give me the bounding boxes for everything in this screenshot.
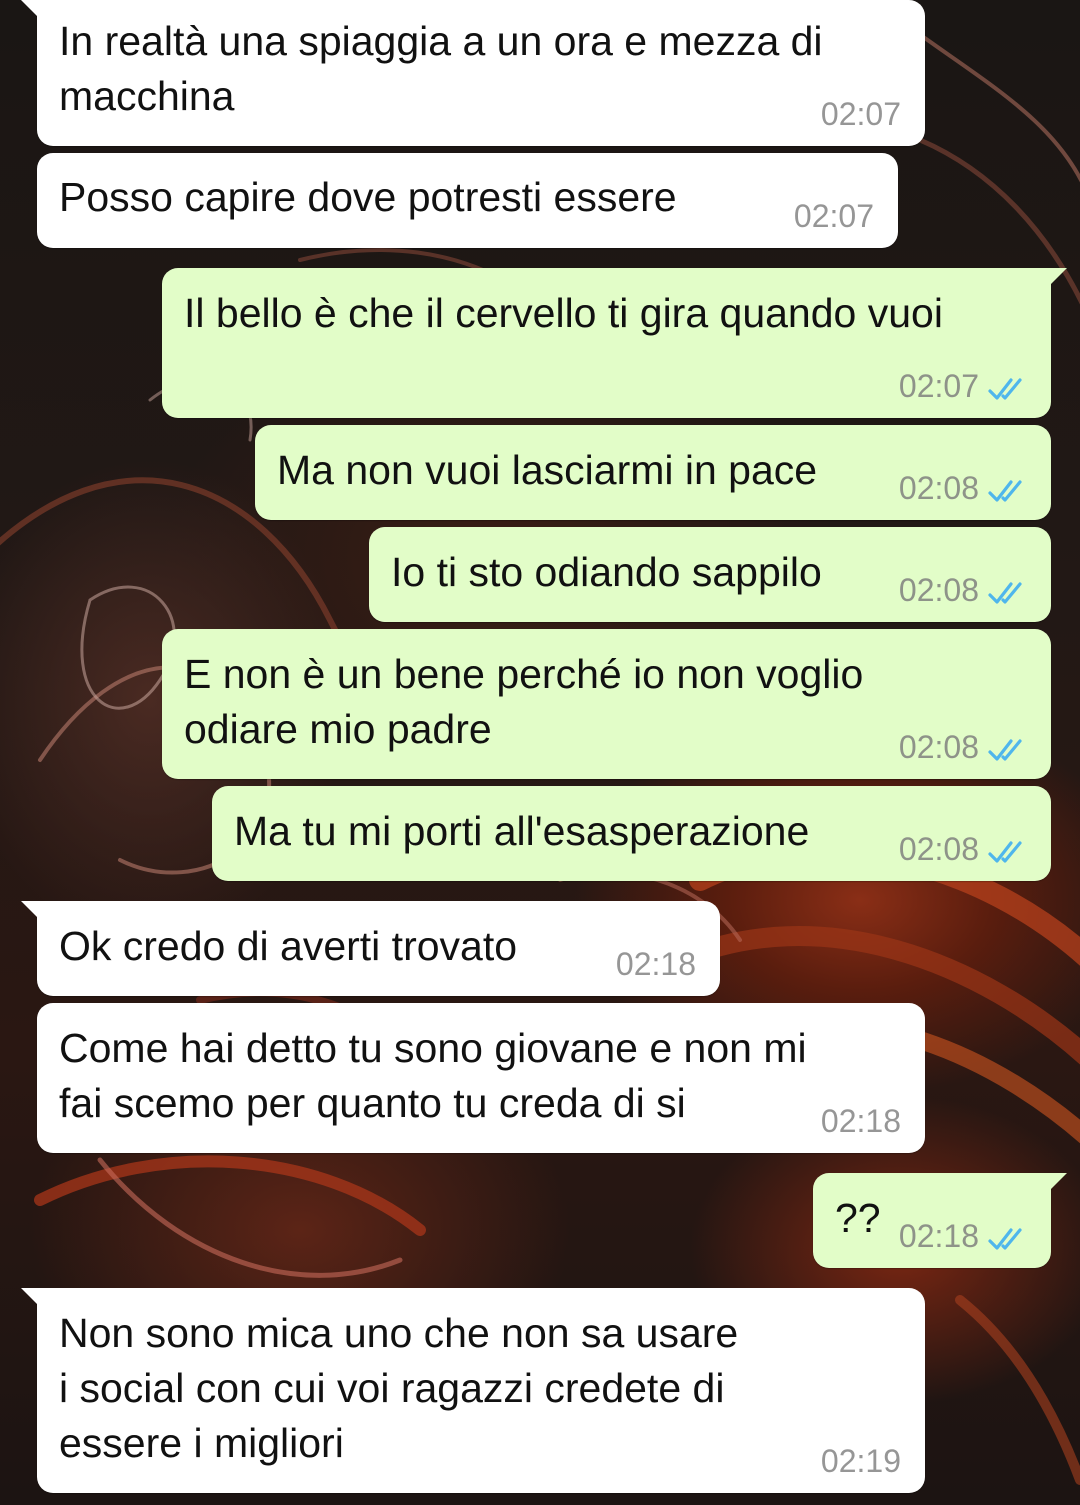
message-text: E non è un bene perché io non voglio	[184, 651, 864, 697]
message-bubble-outgoing[interactable]: Ma non vuoi lasciarmi in pace 02:08	[255, 425, 1051, 520]
message-timestamp: 02:08	[898, 729, 979, 765]
message-timestamp: 02:08	[898, 470, 979, 506]
message-meta: 02:08	[899, 470, 1027, 506]
message-text: Il bello è che il cervello ti gira quand…	[184, 290, 943, 336]
message-text: Ma tu mi porti all'esasperazione	[234, 808, 810, 854]
message-meta: 02:07	[899, 368, 1027, 404]
message-meta: 02:08	[899, 729, 1027, 765]
message-timestamp: 02:08	[898, 831, 979, 867]
message-bubble-incoming[interactable]: Ok credo di averti trovato 02:18	[21, 901, 720, 996]
message-timestamp: 02:08	[898, 572, 979, 608]
message-timestamp: 02:07	[820, 96, 901, 132]
double-check-read-icon	[988, 479, 1022, 502]
message-bubble-outgoing[interactable]: ?? 02:18	[813, 1173, 1067, 1268]
message-text: Ok credo di averti trovato	[59, 923, 518, 969]
double-check-read-icon	[988, 581, 1022, 604]
message-meta: 02:08	[899, 831, 1027, 867]
message-timestamp: 02:07	[793, 198, 874, 234]
message-bubble-incoming[interactable]: Non sono mica uno che non sa usare i soc…	[21, 1288, 925, 1493]
message-text: odiare mio padre	[184, 706, 492, 752]
message-meta: 02:08	[899, 572, 1027, 608]
message-timestamp: 02:18	[615, 946, 696, 982]
message-bubble-outgoing[interactable]: E non è un bene perché io non voglio odi…	[162, 629, 1051, 779]
message-text: Ma non vuoi lasciarmi in pace	[277, 447, 818, 493]
message-text: fai scemo per quanto tu creda di si	[59, 1080, 686, 1126]
message-text: ??	[835, 1195, 881, 1241]
message-bubble-outgoing[interactable]: Io ti sto odiando sappilo 02:08	[369, 527, 1051, 622]
message-text: In realtà una spiaggia a un ora e mezza …	[59, 18, 823, 64]
double-check-read-icon	[988, 1227, 1022, 1250]
message-bubble-incoming[interactable]: Come hai detto tu sono giovane e non mi …	[37, 1003, 925, 1153]
message-meta: 02:18	[899, 1218, 1027, 1254]
double-check-read-icon	[988, 377, 1022, 400]
message-timestamp: 02:19	[820, 1443, 901, 1479]
double-check-read-icon	[988, 840, 1022, 863]
message-bubble-outgoing[interactable]: Ma tu mi porti all'esasperazione 02:08	[212, 786, 1051, 881]
message-timestamp: 02:18	[898, 1218, 979, 1254]
message-timestamp: 02:07	[898, 368, 979, 404]
message-text: essere i migliori	[59, 1420, 344, 1466]
double-check-read-icon	[988, 738, 1022, 761]
message-bubble-incoming[interactable]: Posso capire dove potresti essere 02:07	[37, 153, 898, 248]
message-text: Io ti sto odiando sappilo	[391, 549, 822, 595]
message-bubble-incoming[interactable]: In realtà una spiaggia a un ora e mezza …	[21, 0, 925, 146]
message-text: Come hai detto tu sono giovane e non mi	[59, 1025, 807, 1071]
message-timestamp: 02:18	[820, 1103, 901, 1139]
message-bubble-outgoing[interactable]: Il bello è che il cervello ti gira quand…	[162, 268, 1067, 418]
message-text: Non sono mica uno che non sa usare	[59, 1310, 739, 1356]
message-text: i social con cui voi ragazzi credete di	[59, 1365, 725, 1411]
message-text: Posso capire dove potresti essere	[59, 174, 677, 220]
message-text: macchina	[59, 73, 235, 119]
